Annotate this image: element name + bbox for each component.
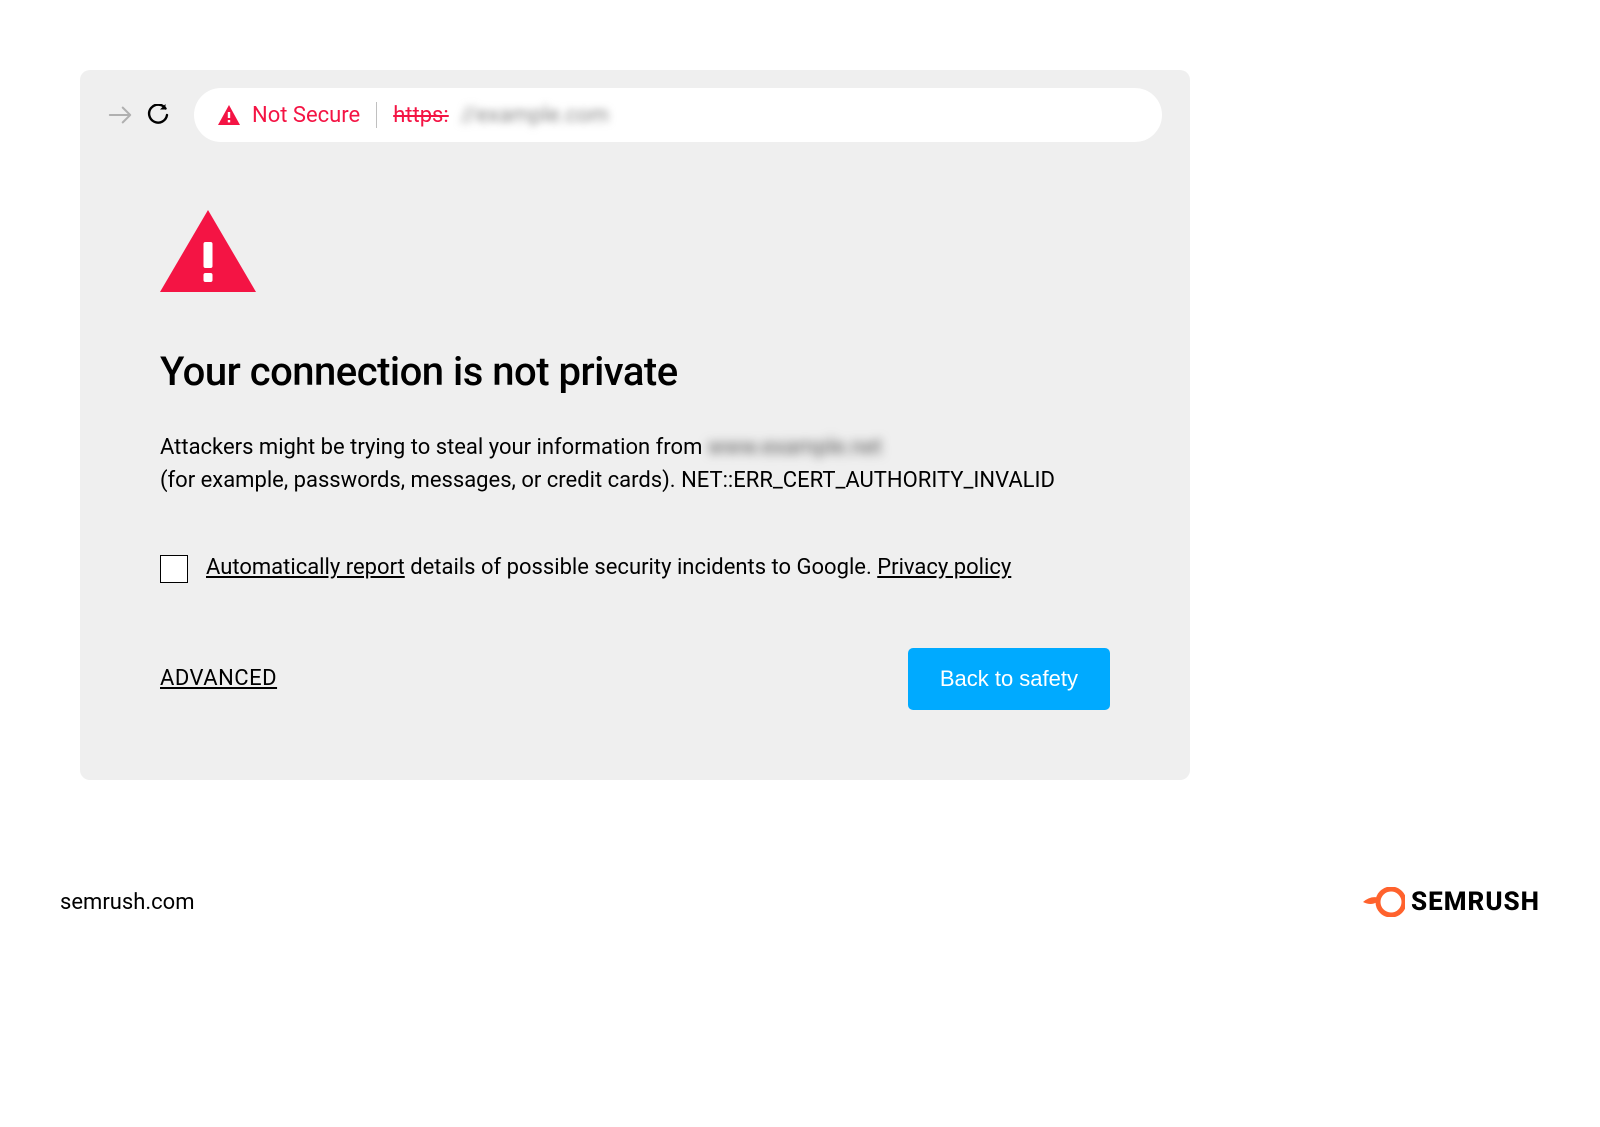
actions-row: ADVANCED Back to safety [160, 648, 1110, 710]
report-checkbox[interactable] [160, 555, 188, 583]
footer-domain: semrush.com [60, 890, 195, 915]
report-checkbox-row: Automatically report details of possible… [160, 553, 1110, 584]
advanced-link[interactable]: ADVANCED [160, 666, 277, 691]
forward-arrow-icon[interactable] [108, 103, 132, 127]
reload-icon[interactable] [146, 103, 170, 127]
auto-report-link[interactable]: Automatically report [206, 555, 405, 580]
message-line1-prefix: Attackers might be trying to steal your … [160, 435, 708, 460]
semrush-fireball-icon [1363, 887, 1405, 917]
divider [376, 102, 377, 128]
address-bar[interactable]: Not Secure https: //example.com [194, 88, 1162, 142]
footer: semrush.com SEMRUSH [60, 887, 1540, 917]
error-code: NET::ERR_CERT_AUTHORITY_INVALID [681, 468, 1055, 493]
report-checkbox-label: Automatically report details of possible… [206, 553, 1011, 584]
large-warning-triangle-icon [160, 210, 256, 292]
blurred-domain: www.example.net [708, 435, 882, 460]
privacy-policy-link[interactable]: Privacy policy [877, 555, 1011, 580]
not-secure-label: Not Secure [252, 103, 360, 128]
page-title: Your connection is not private [160, 348, 1110, 395]
error-content: Your connection is not private Attackers… [80, 160, 1190, 740]
semrush-logo: SEMRUSH [1363, 887, 1540, 917]
browser-window: Not Secure https: //example.com Your con… [80, 70, 1190, 780]
warning-triangle-icon [218, 105, 240, 125]
back-to-safety-button[interactable]: Back to safety [908, 648, 1110, 710]
https-strikethrough: https: [393, 103, 449, 128]
checkbox-mid-text: details of possible security incidents t… [405, 555, 877, 580]
message-line2-prefix: (for example, passwords, messages, or cr… [160, 468, 681, 493]
semrush-brand-text: SEMRUSH [1411, 887, 1540, 917]
error-message: Attackers might be trying to steal your … [160, 431, 1110, 497]
browser-toolbar: Not Secure https: //example.com [80, 70, 1190, 160]
blurred-url: //example.com [461, 103, 609, 128]
